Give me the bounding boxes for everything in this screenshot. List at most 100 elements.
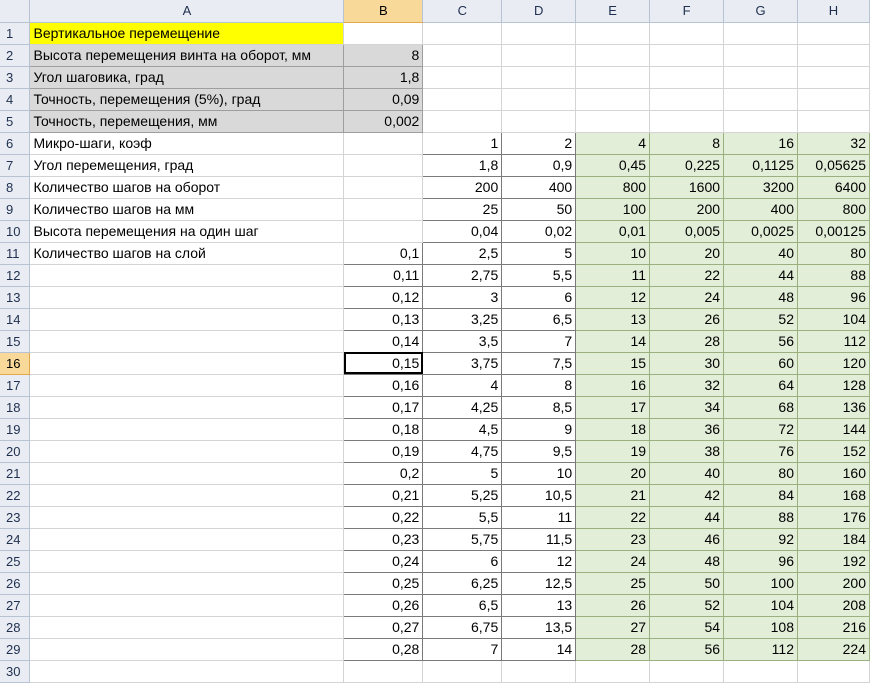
cell-C15[interactable]: 3,5 xyxy=(422,330,503,353)
cell-C16[interactable]: 3,75 xyxy=(422,352,503,375)
row-header-14[interactable]: 14 xyxy=(0,308,31,331)
cell-G26[interactable]: 100 xyxy=(723,572,798,595)
column-header-H[interactable]: H xyxy=(797,0,870,23)
row-header-11[interactable]: 11 xyxy=(0,242,31,265)
cell-E9[interactable]: 100 xyxy=(575,198,651,221)
cell-H8[interactable]: 6400 xyxy=(797,176,870,199)
cell-G20[interactable]: 76 xyxy=(723,440,798,463)
cell-D8[interactable]: 400 xyxy=(501,176,577,199)
cell-H5[interactable] xyxy=(797,110,870,133)
column-header-G[interactable]: G xyxy=(723,0,798,23)
cell-H3[interactable] xyxy=(797,66,870,89)
cell-D28[interactable]: 13,5 xyxy=(501,616,577,639)
cell-G12[interactable]: 44 xyxy=(723,264,798,287)
cell-H27[interactable]: 208 xyxy=(797,594,870,617)
row-header-8[interactable]: 8 xyxy=(0,176,31,199)
row-header-1[interactable]: 1 xyxy=(0,22,31,45)
cell-H28[interactable]: 216 xyxy=(797,616,870,639)
cell-D6[interactable]: 2 xyxy=(501,132,577,155)
cell-D23[interactable]: 11 xyxy=(501,506,577,529)
cell-H13[interactable]: 96 xyxy=(797,286,870,309)
cell-C5[interactable] xyxy=(422,110,503,133)
cell-A19[interactable] xyxy=(29,418,345,441)
cell-D7[interactable]: 0,9 xyxy=(501,154,577,177)
cell-G27[interactable]: 104 xyxy=(723,594,798,617)
cell-F26[interactable]: 50 xyxy=(649,572,725,595)
cell-E10[interactable]: 0,01 xyxy=(575,220,651,243)
cell-F24[interactable]: 46 xyxy=(649,528,725,551)
cell-B13[interactable]: 0,12 xyxy=(343,286,424,309)
cell-G6[interactable]: 16 xyxy=(723,132,798,155)
cell-A12[interactable] xyxy=(29,264,345,287)
cell-A8[interactable]: Количество шагов на оборот xyxy=(29,176,345,199)
cell-E14[interactable]: 13 xyxy=(575,308,651,331)
cell-G23[interactable]: 88 xyxy=(723,506,798,529)
cell-B5[interactable]: 0,002 xyxy=(343,110,424,133)
cell-C17[interactable]: 4 xyxy=(422,374,503,397)
row-header-16[interactable]: 16 xyxy=(0,352,31,375)
cell-B6[interactable] xyxy=(343,132,424,155)
cell-H26[interactable]: 200 xyxy=(797,572,870,595)
cell-G16[interactable]: 60 xyxy=(723,352,798,375)
cell-E1[interactable] xyxy=(575,22,651,45)
cell-F25[interactable]: 48 xyxy=(649,550,725,573)
row-header-25[interactable]: 25 xyxy=(0,550,31,573)
cell-E11[interactable]: 10 xyxy=(575,242,651,265)
cell-D13[interactable]: 6 xyxy=(501,286,577,309)
cell-C2[interactable] xyxy=(422,44,503,67)
cell-D21[interactable]: 10 xyxy=(501,462,577,485)
cell-D26[interactable]: 12,5 xyxy=(501,572,577,595)
cell-H11[interactable]: 80 xyxy=(797,242,870,265)
cell-G4[interactable] xyxy=(723,88,798,111)
row-header-7[interactable]: 7 xyxy=(0,154,31,177)
cell-C14[interactable]: 3,25 xyxy=(422,308,503,331)
cell-B23[interactable]: 0,22 xyxy=(343,506,424,529)
cell-A26[interactable] xyxy=(29,572,345,595)
cell-H2[interactable] xyxy=(797,44,870,67)
row-header-18[interactable]: 18 xyxy=(0,396,31,419)
cell-E8[interactable]: 800 xyxy=(575,176,651,199)
cell-B15[interactable]: 0,14 xyxy=(343,330,424,353)
cell-E29[interactable]: 28 xyxy=(575,638,651,661)
column-header-A[interactable]: A xyxy=(29,0,345,23)
cell-H22[interactable]: 168 xyxy=(797,484,870,507)
cell-H29[interactable]: 224 xyxy=(797,638,870,661)
cell-D2[interactable] xyxy=(501,44,577,67)
select-all-corner[interactable] xyxy=(0,0,31,23)
cell-G1[interactable] xyxy=(723,22,798,45)
row-header-12[interactable]: 12 xyxy=(0,264,31,287)
row-header-27[interactable]: 27 xyxy=(0,594,31,617)
cell-A7[interactable]: Угол перемещения, град xyxy=(29,154,345,177)
cell-D30[interactable] xyxy=(501,660,577,683)
cell-C29[interactable]: 7 xyxy=(422,638,503,661)
cell-G22[interactable]: 84 xyxy=(723,484,798,507)
cell-G3[interactable] xyxy=(723,66,798,89)
cell-B26[interactable]: 0,25 xyxy=(343,572,424,595)
cell-A14[interactable] xyxy=(29,308,345,331)
cell-D3[interactable] xyxy=(501,66,577,89)
cell-B12[interactable]: 0,11 xyxy=(343,264,424,287)
cell-H7[interactable]: 0,05625 xyxy=(797,154,870,177)
cell-D20[interactable]: 9,5 xyxy=(501,440,577,463)
cell-H16[interactable]: 120 xyxy=(797,352,870,375)
cell-C3[interactable] xyxy=(422,66,503,89)
cell-D27[interactable]: 13 xyxy=(501,594,577,617)
cell-A24[interactable] xyxy=(29,528,345,551)
cell-A28[interactable] xyxy=(29,616,345,639)
cell-E13[interactable]: 12 xyxy=(575,286,651,309)
cell-E2[interactable] xyxy=(575,44,651,67)
cell-G15[interactable]: 56 xyxy=(723,330,798,353)
cell-A15[interactable] xyxy=(29,330,345,353)
cell-C21[interactable]: 5 xyxy=(422,462,503,485)
row-header-21[interactable]: 21 xyxy=(0,462,31,485)
cell-B4[interactable]: 0,09 xyxy=(343,88,424,111)
cell-E20[interactable]: 19 xyxy=(575,440,651,463)
cell-F22[interactable]: 42 xyxy=(649,484,725,507)
cell-G29[interactable]: 112 xyxy=(723,638,798,661)
cell-E25[interactable]: 24 xyxy=(575,550,651,573)
cell-A22[interactable] xyxy=(29,484,345,507)
cell-D9[interactable]: 50 xyxy=(501,198,577,221)
cell-D1[interactable] xyxy=(501,22,577,45)
cell-D10[interactable]: 0,02 xyxy=(501,220,577,243)
cell-D5[interactable] xyxy=(501,110,577,133)
